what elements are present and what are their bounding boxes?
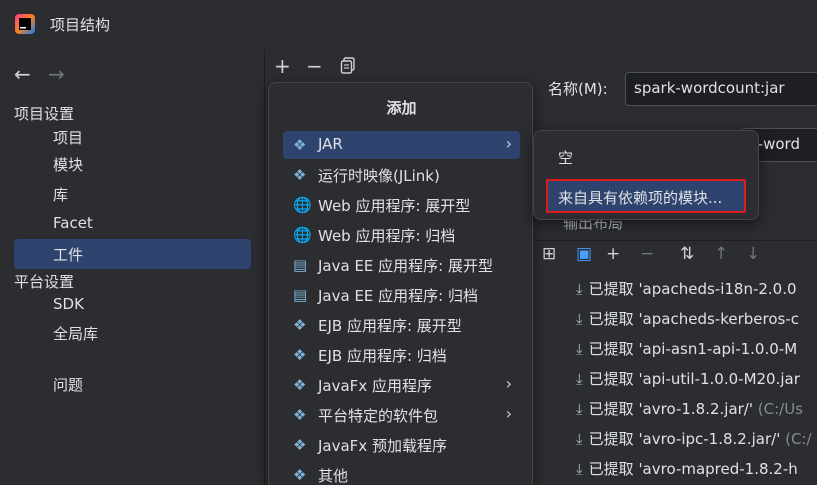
- sidebar-item-label: 工件: [53, 246, 84, 264]
- sidebar-item-label: 模块: [53, 156, 84, 174]
- sidebar-item-label: Facet: [53, 214, 93, 232]
- menu-item-platform-package[interactable]: ❖ 平台特定的软件包 ›: [283, 401, 520, 429]
- sidebar-item-label: 项目: [53, 129, 84, 147]
- menu-item-web-exploded[interactable]: 🌐 Web 应用程序: 展开型: [283, 191, 520, 219]
- artifact-icon: ❖: [293, 436, 307, 454]
- sidebar-item-label: 库: [53, 186, 69, 204]
- back-arrow-icon[interactable]: ←: [14, 62, 31, 86]
- name-input[interactable]: [634, 79, 817, 97]
- add-popup-menu: 添加 ❖ JAR › ❖ 运行时映像(JLink) 🌐 Web 应用程序: 展开型 🌐 W…: [268, 82, 533, 485]
- tree-row[interactable]: ⤓ 已提取 'avro-1.8.2.jar/' (C:/Us: [576, 398, 803, 426]
- sidebar-item-project[interactable]: 项目: [14, 122, 251, 152]
- extracted-archive-icon: ⤓: [576, 280, 583, 298]
- chevron-right-icon: ›: [505, 134, 512, 153]
- sidebar-item-label: 问题: [53, 376, 84, 394]
- sidebar-item-sdk[interactable]: SDK: [14, 290, 251, 320]
- menu-item-jar[interactable]: ❖ JAR ›: [283, 131, 520, 159]
- javaee-icon: ▤: [293, 256, 308, 274]
- extracted-archive-icon: ⤓: [576, 460, 583, 478]
- extracted-archive-icon: ⤓: [576, 310, 583, 328]
- extracted-archive-icon: ⤓: [576, 400, 583, 418]
- artifact-icon: ❖: [293, 136, 307, 154]
- folder-add-icon[interactable]: ⊞: [542, 244, 556, 264]
- sidebar-item-label: SDK: [53, 295, 84, 313]
- web-icon: 🌐: [293, 196, 312, 214]
- menu-item-javafx-app[interactable]: ❖ JavaFx 应用程序 ›: [283, 371, 520, 399]
- artifact-icon: ❖: [293, 406, 307, 424]
- javaee-icon: ▤: [293, 286, 308, 304]
- menu-item-javaee-exploded[interactable]: ▤ Java EE 应用程序: 展开型: [283, 251, 520, 279]
- move-up-icon[interactable]: ↑: [714, 244, 728, 264]
- tree-row[interactable]: ⤓ 已提取 'avro-ipc-1.8.2.jar/' (C:/: [576, 428, 812, 456]
- menu-item-web-archive[interactable]: 🌐 Web 应用程序: 归档: [283, 221, 520, 249]
- sidebar-item-modules[interactable]: 模块: [14, 149, 251, 179]
- jar-submenu: 空 来自具有依赖项的模块...: [533, 130, 759, 220]
- platform-settings-heading: 平台设置: [14, 273, 75, 291]
- extracted-archive-icon: ⤓: [576, 370, 583, 388]
- remove-icon[interactable]: −: [306, 54, 323, 78]
- artifact-icon: ❖: [293, 166, 307, 184]
- move-down-icon[interactable]: ↓: [746, 244, 760, 264]
- extracted-archive-icon: ⤓: [576, 340, 583, 358]
- copy-icon[interactable]: [340, 57, 356, 75]
- add-dropdown-icon[interactable]: +: [606, 244, 620, 264]
- remove-icon[interactable]: −: [640, 244, 654, 264]
- name-field[interactable]: [625, 72, 817, 106]
- menu-item-other[interactable]: ❖ 其他: [283, 461, 520, 485]
- sidebar-item-facets[interactable]: Facet: [14, 209, 251, 239]
- menu-item-javaee-archive[interactable]: ▤ Java EE 应用程序: 归档: [283, 281, 520, 309]
- tree-row[interactable]: ⤓ 已提取 'apacheds-i18n-2.0.0: [576, 278, 797, 306]
- artifact-icon: ❖: [293, 466, 307, 484]
- name-label: 名称(M):: [548, 80, 608, 98]
- menu-item-javafx-preloader[interactable]: ❖ JavaFx 预加载程序: [283, 431, 520, 459]
- title-bar: 项目结构: [0, 0, 817, 50]
- ejb-icon: ❖: [293, 346, 307, 364]
- menu-item-jlink[interactable]: ❖ 运行时映像(JLink): [283, 161, 520, 189]
- extracted-archive-icon: ⤓: [576, 430, 583, 448]
- menu-item-ejb-exploded[interactable]: ❖ EJB 应用程序: 展开型: [283, 311, 520, 339]
- tree-row[interactable]: ⤓ 已提取 'apacheds-kerberos-c: [576, 308, 799, 336]
- sort-icon[interactable]: ⇅: [680, 244, 694, 264]
- window-title: 项目结构: [50, 16, 111, 34]
- tree-row[interactable]: ⤓ 已提取 'api-util-1.0.0-M20.jar: [576, 368, 800, 396]
- add-icon[interactable]: +: [274, 54, 291, 78]
- forward-arrow-icon[interactable]: →: [48, 62, 65, 86]
- sidebar-item-label: 全局库: [53, 325, 99, 343]
- chevron-right-icon: ›: [505, 374, 512, 393]
- archive-icon[interactable]: ▣: [576, 244, 592, 264]
- artifact-icon: ❖: [293, 376, 307, 394]
- intellij-logo-icon: [15, 14, 35, 34]
- chevron-right-icon: ›: [505, 404, 512, 423]
- tree-row[interactable]: ⤓ 已提取 'api-asn1-api-1.0.0-M: [576, 338, 797, 366]
- tree-row[interactable]: ⤓ 已提取 'avro-mapred-1.8.2-h: [576, 458, 798, 485]
- menu-item-ejb-archive[interactable]: ❖ EJB 应用程序: 归档: [283, 341, 520, 369]
- ejb-icon: ❖: [293, 316, 307, 334]
- menu-item-empty[interactable]: 空: [558, 147, 573, 168]
- project-settings-heading: 项目设置: [14, 105, 75, 123]
- popup-title: 添加: [386, 99, 417, 117]
- sidebar-item-libraries[interactable]: 库: [14, 179, 251, 209]
- sidebar-item-artifacts[interactable]: 工件: [14, 239, 251, 269]
- web-icon: 🌐: [293, 226, 312, 244]
- menu-item-from-modules[interactable]: 来自具有依赖项的模块...: [546, 179, 746, 213]
- menu-item-label: 来自具有依赖项的模块...: [558, 189, 723, 207]
- sidebar-item-global-libraries[interactable]: 全局库: [14, 318, 251, 348]
- sidebar-item-problems[interactable]: 问题: [14, 369, 251, 399]
